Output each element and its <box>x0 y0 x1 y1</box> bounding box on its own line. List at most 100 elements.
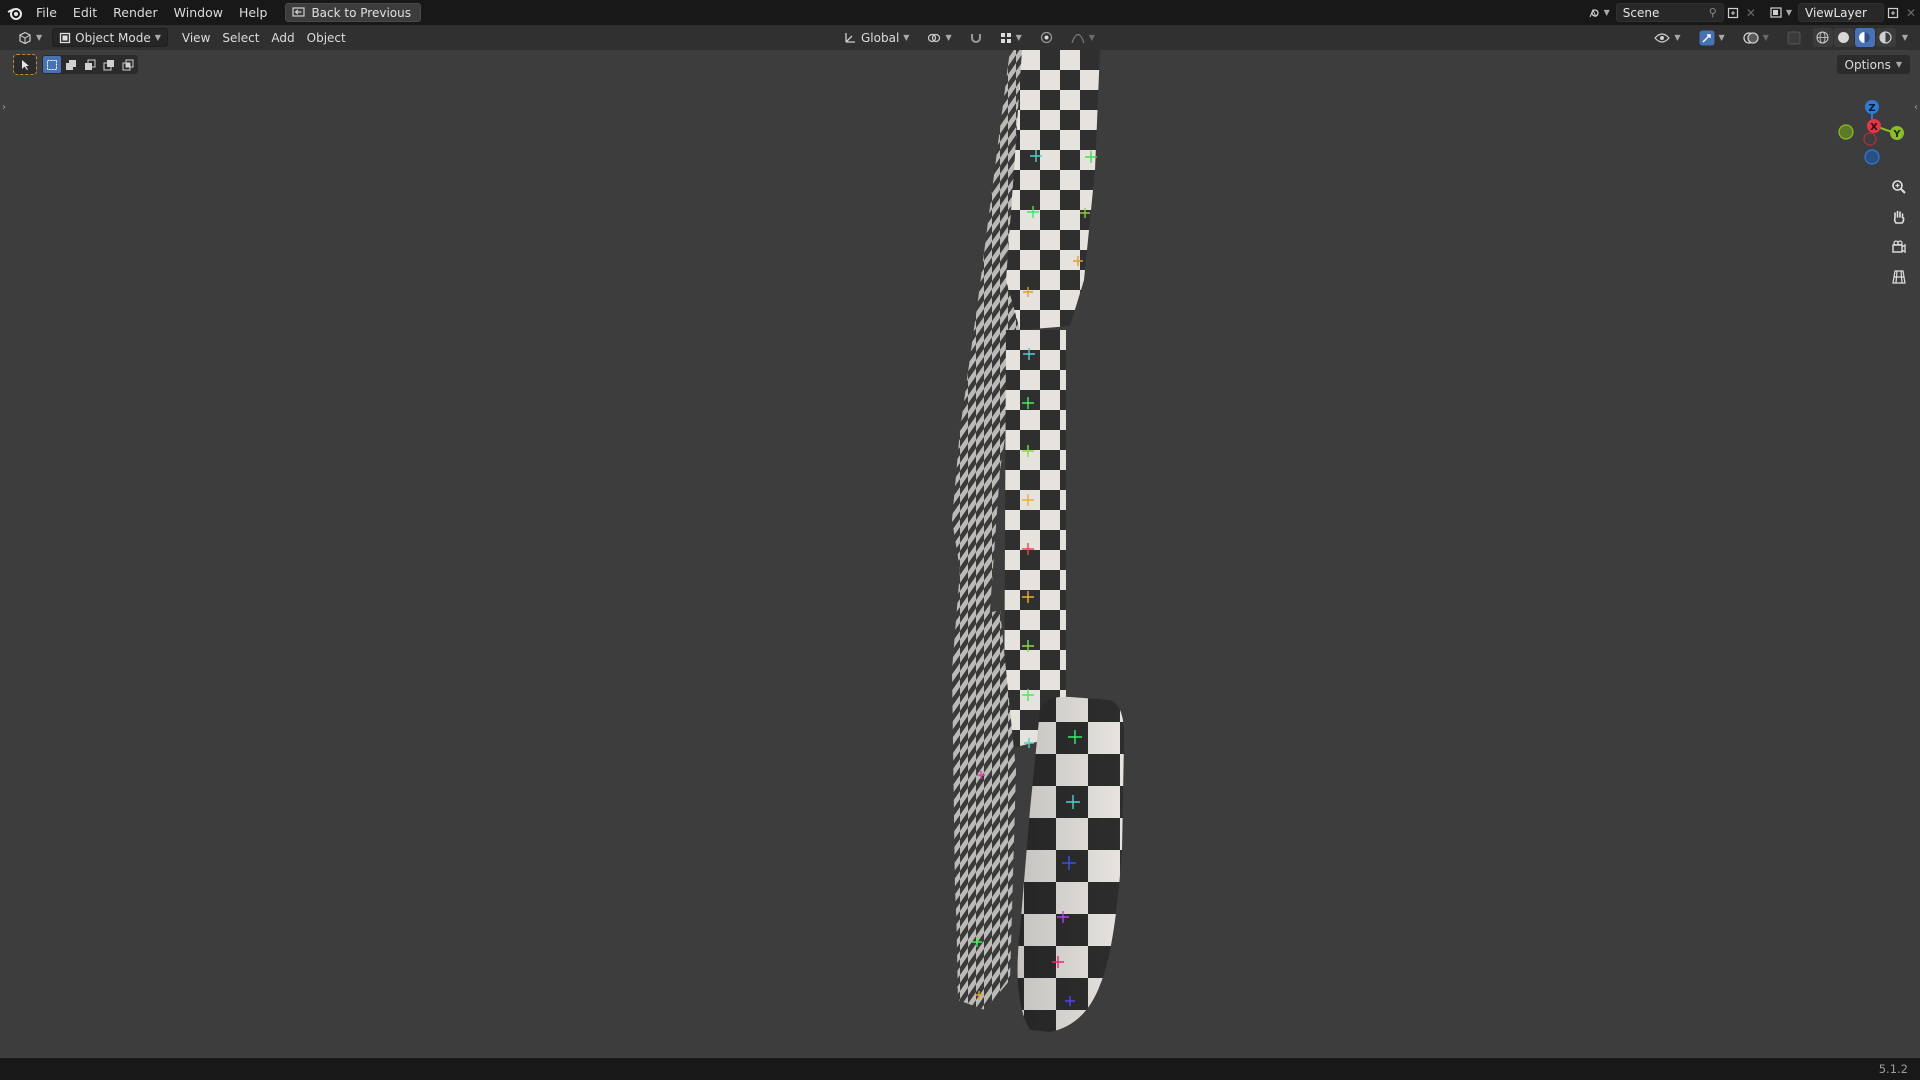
viewport-display-controls: ▼ ▼ ▼ ▼ <box>1648 28 1908 47</box>
gizmo-neg-z-handle[interactable] <box>1864 149 1880 165</box>
xray-icon <box>1787 31 1801 44</box>
shading-mode-group <box>1812 28 1896 47</box>
editor-type-button[interactable]: ▼ <box>12 28 48 47</box>
transform-orientation-label: Global <box>861 30 900 45</box>
delete-view-layer-icon[interactable]: ✕ <box>1902 3 1920 22</box>
snap-toggle[interactable] <box>964 28 988 47</box>
menu-help[interactable]: Help <box>231 0 276 25</box>
scene-selector[interactable]: Scene ⚲ <box>1615 3 1724 22</box>
mode-label: Object Mode <box>75 30 151 45</box>
blender-logo-icon[interactable] <box>2 0 28 25</box>
delete-scene-icon[interactable]: ✕ <box>1742 3 1760 22</box>
selectability-eye-icon <box>1654 32 1671 43</box>
visibility-chevron-icon: ▼ <box>1674 33 1681 42</box>
select-intersect-button[interactable] <box>119 56 137 73</box>
magnet-icon <box>970 33 981 43</box>
gizmo-icon <box>1699 30 1715 45</box>
gizmo-neg-x-handle[interactable] <box>1863 132 1877 146</box>
menu-object[interactable]: Object <box>301 28 352 47</box>
view-layer-selector[interactable]: ViewLayer <box>1798 3 1884 22</box>
menu-edit[interactable]: Edit <box>65 0 105 25</box>
solid-sphere-icon <box>1838 32 1850 43</box>
3d-viewport[interactable]: Options ▼ › ‹ Z X Y <box>0 50 1920 1058</box>
falloff-selector[interactable]: ▼ <box>1065 28 1101 47</box>
select-new-button[interactable] <box>43 56 61 73</box>
menu-add[interactable]: Add <box>265 28 300 47</box>
overlays-chevron-icon: ▼ <box>1762 33 1769 42</box>
snap-grid-icon <box>1000 32 1011 43</box>
cursor-arrow-icon <box>22 59 29 70</box>
select-intersect-icon <box>122 59 134 70</box>
mode-chevron-icon: ▼ <box>154 33 161 42</box>
pin-icon[interactable]: ⚲ <box>1709 6 1717 19</box>
3d-viewport-icon <box>19 31 31 44</box>
camera-icon <box>1892 240 1906 254</box>
editor-type-chevron-icon: ▼ <box>36 33 43 42</box>
perspective-toggle-button[interactable] <box>1887 265 1911 289</box>
scene-type-icon[interactable] <box>1586 3 1604 22</box>
gizmo-neg-y-handle[interactable] <box>1838 124 1854 140</box>
menu-select[interactable]: Select <box>216 28 265 47</box>
menu-render[interactable]: Render <box>105 0 166 25</box>
camera-view-button[interactable] <box>1887 235 1911 259</box>
snap-chevron-icon: ▼ <box>1015 33 1022 42</box>
back-to-previous-button[interactable]: Back to Previous <box>285 3 421 22</box>
orientation-chevron-icon: ▼ <box>903 33 910 42</box>
perspective-grid-icon <box>1892 270 1906 284</box>
new-view-layer-icon[interactable] <box>1884 3 1902 22</box>
zoom-magnifier-icon <box>1892 180 1906 194</box>
overlays-toggle[interactable]: ▼ <box>1737 28 1775 47</box>
blender-window: File Edit Render Window Help Back to Pre… <box>0 0 1920 1080</box>
toolbar-expand-arrow-icon[interactable]: › <box>2 102 6 113</box>
select-tool-button[interactable] <box>13 54 37 75</box>
scene-name[interactable]: Scene <box>1623 6 1703 20</box>
view-layer-name[interactable]: ViewLayer <box>1805 6 1877 20</box>
checker-mesh-object[interactable] <box>0 50 1920 1058</box>
proportional-editing-toggle[interactable] <box>1034 28 1059 47</box>
visibility-selector[interactable]: ▼ <box>1648 28 1686 47</box>
gizmo-toggle[interactable]: ▼ <box>1693 28 1731 47</box>
menu-view[interactable]: View <box>176 28 216 47</box>
transform-orientation-selector[interactable]: Global ▼ <box>838 28 915 47</box>
blender-version: 5.1.2 <box>1878 1062 1908 1076</box>
tool-settings-row <box>13 54 138 75</box>
back-screen-icon <box>292 7 306 17</box>
zoom-view-button[interactable] <box>1887 175 1911 199</box>
select-subtract-icon <box>85 59 96 70</box>
select-invert-button[interactable] <box>100 56 118 73</box>
selection-mode-group <box>42 55 138 74</box>
viewport-header: ▼ Object Mode ▼ View Select Add Object G… <box>0 25 1920 50</box>
rendered-sphere-icon <box>1879 31 1892 44</box>
options-chevron-icon: ▼ <box>1895 60 1902 69</box>
shading-options-chevron-icon[interactable]: ▼ <box>1902 33 1908 42</box>
select-subtract-button[interactable] <box>81 56 99 73</box>
falloff-chevron-icon: ▼ <box>1088 33 1095 42</box>
sidebar-expand-arrow-icon[interactable]: ‹ <box>1914 102 1918 113</box>
overlays-icon <box>1743 31 1759 44</box>
navigation-gizmo[interactable]: Z X Y <box>1826 85 1906 165</box>
select-extend-button[interactable] <box>62 56 80 73</box>
pan-view-button[interactable] <box>1887 205 1911 229</box>
options-button[interactable]: Options ▼ <box>1836 55 1910 74</box>
menu-file[interactable]: File <box>28 0 65 25</box>
back-to-previous-label: Back to Previous <box>311 5 411 20</box>
rendered-shading-button[interactable] <box>1875 28 1896 47</box>
new-scene-icon[interactable] <box>1724 3 1742 22</box>
material-preview-shading-button[interactable] <box>1854 28 1875 47</box>
solid-shading-button[interactable] <box>1833 28 1854 47</box>
view-layer-type-icon[interactable] <box>1768 3 1786 22</box>
mode-selector[interactable]: Object Mode ▼ <box>52 28 168 47</box>
wireframe-shading-button[interactable] <box>1812 28 1833 47</box>
scene-type-chevron-icon[interactable]: ▼ <box>1604 8 1610 17</box>
wireframe-sphere-icon <box>1816 31 1829 44</box>
select-new-icon <box>47 59 57 70</box>
view-layer-type-chevron-icon[interactable]: ▼ <box>1786 8 1792 17</box>
menu-window[interactable]: Window <box>166 0 231 25</box>
proportional-editing-icon <box>1040 31 1052 44</box>
pivot-point-selector[interactable]: ▼ <box>921 28 957 47</box>
object-mode-icon <box>60 32 71 43</box>
snap-target-selector[interactable]: ▼ <box>994 28 1028 47</box>
material-sphere-icon <box>1859 32 1871 43</box>
gizmo-x-label: X <box>1870 122 1878 133</box>
xray-toggle[interactable] <box>1781 28 1807 47</box>
